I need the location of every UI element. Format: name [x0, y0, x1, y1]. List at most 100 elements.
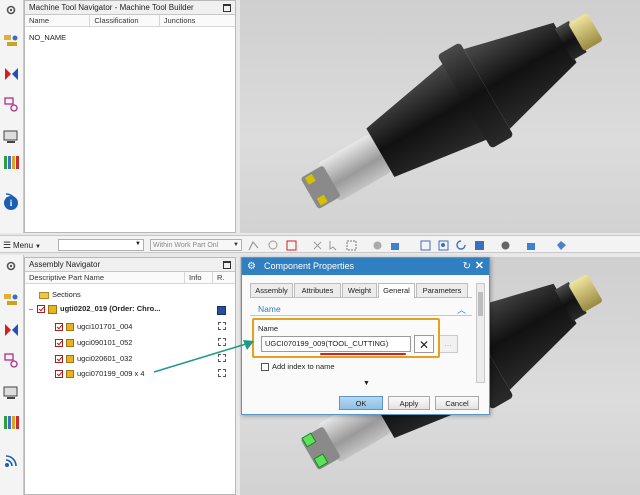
machine-tool-navigator: Machine Tool Navigator - Machine Tool Bu… [24, 0, 236, 233]
column-classification[interactable]: Classification [90, 15, 160, 26]
part-navigator-icon[interactable] [3, 352, 20, 369]
assembly-navigator-icon[interactable] [3, 293, 20, 310]
kinematics-icon[interactable] [3, 66, 20, 83]
assembly-icon [48, 304, 57, 314]
maximize-icon[interactable] [223, 4, 231, 12]
tree-node-component[interactable]: ugci020601_032 [55, 352, 132, 365]
dialog-title: Component Properties [264, 261, 355, 271]
component-icon [66, 339, 74, 348]
type-filter-select[interactable]: ▼ [58, 239, 144, 251]
apply-button[interactable]: Apply [388, 396, 430, 410]
orient-view-icon[interactable] [474, 240, 485, 251]
component-icon [66, 323, 74, 332]
zoom-icon[interactable] [438, 240, 449, 251]
add-index-label: Add index to name [272, 362, 335, 371]
tool-holder-model [301, 13, 602, 209]
expand-icon[interactable]: – [29, 302, 37, 315]
main-toolbar: ☰ Menu ▼ ▼ Within Work Part Onl ▼ [0, 235, 640, 253]
navigator-title: Machine Tool Navigator - Machine Tool Bu… [25, 1, 235, 15]
graphics-window-top[interactable] [240, 0, 640, 233]
show-hide-icon[interactable] [556, 240, 567, 251]
component-icon [66, 355, 74, 364]
column-descriptive-part-name[interactable]: Descriptive Part Name [25, 272, 185, 283]
tree-node-component[interactable]: ugci101701_004 [55, 320, 132, 333]
tab-attributes[interactable]: Attributes [294, 283, 341, 297]
chevron-down-icon: ▼ [135, 241, 141, 247]
library-icon[interactable] [3, 154, 20, 171]
monitor-icon[interactable] [3, 128, 20, 145]
rotate-icon[interactable] [456, 240, 467, 251]
menu-icon: ☰ [3, 240, 12, 250]
select-icon[interactable] [268, 240, 279, 251]
checkbox-checked[interactable] [55, 323, 63, 332]
list-item[interactable]: NO_NAME [29, 33, 66, 42]
edit-section-icon[interactable] [526, 240, 537, 251]
info-icon[interactable]: i [4, 196, 18, 210]
chevron-down-icon: ▼ [35, 244, 41, 250]
filter-icon[interactable] [286, 240, 297, 251]
cube-icon[interactable] [390, 240, 401, 251]
navigator-header: Name Classification Junctions [25, 15, 235, 27]
monitor-icon[interactable] [3, 384, 20, 401]
ok-button[interactable]: OK [339, 396, 383, 410]
fit-view-icon[interactable] [420, 240, 431, 251]
cancel-button[interactable]: Cancel [435, 396, 479, 410]
wifi-icon[interactable] [3, 452, 20, 469]
tab-strip: Assembly Attributes Weight General Param… [250, 283, 472, 298]
menu-label: Menu [13, 241, 34, 250]
gear-icon[interactable] [5, 260, 17, 272]
assembly-header: Descriptive Part Name Info R. [25, 272, 235, 284]
component-properties-dialog: ⚙ Component Properties ↻ ✕ Assembly Attr… [241, 257, 490, 415]
snap-icon[interactable] [248, 240, 259, 251]
folder-icon [39, 291, 49, 299]
group-label: Name [258, 304, 281, 314]
checkbox-checked[interactable] [55, 339, 63, 348]
menu-button[interactable]: ☰ Menu ▼ [3, 239, 41, 251]
column-name[interactable]: Name [25, 15, 91, 26]
scope-select[interactable]: Within Work Part Onl ▼ [150, 239, 242, 251]
close-icon[interactable]: ✕ [475, 258, 484, 275]
reset-icon[interactable]: ↻ [463, 258, 471, 275]
gear-icon[interactable] [5, 4, 17, 16]
save-icon [217, 306, 226, 315]
component-icon [66, 370, 74, 379]
circle-icon[interactable] [372, 240, 383, 251]
box-select-icon[interactable] [346, 240, 357, 251]
read-only-checkbox[interactable] [218, 322, 226, 330]
tab-general[interactable]: General [378, 283, 415, 298]
expand-more-icon[interactable]: ▼ [363, 380, 370, 387]
cursor-icon[interactable] [328, 240, 339, 251]
tree-node-sections[interactable]: Sections [39, 288, 81, 301]
library-icon[interactable] [3, 414, 20, 431]
gear-icon: ⚙ [247, 261, 256, 272]
name-group-header[interactable]: Name ︿ [250, 302, 472, 316]
add-index-option[interactable]: Add index to name [261, 362, 335, 372]
dialog-scrollbar[interactable] [476, 283, 485, 383]
dialog-title-bar: ⚙ Component Properties ↻ ✕ [242, 258, 489, 275]
tree-node-component-selected[interactable]: ugci070199_009 x 4 [55, 367, 145, 380]
scrollbar-thumb[interactable] [478, 292, 483, 316]
render-style-icon[interactable] [500, 240, 511, 251]
chevron-down-icon: ▼ [233, 242, 239, 248]
checkbox-checked[interactable] [55, 355, 63, 364]
point-icon[interactable] [312, 240, 323, 251]
checkbox-checked[interactable] [55, 370, 63, 379]
chevron-up-icon[interactable]: ︿ [457, 303, 466, 316]
maximize-icon[interactable] [223, 261, 231, 269]
tree-node-root-assembly[interactable]: – ugti0202_019 (Order: Chro... [29, 302, 160, 315]
callout-arrow [153, 340, 254, 373]
add-index-checkbox[interactable] [261, 363, 269, 372]
tab-weight[interactable]: Weight [342, 283, 377, 297]
tree-node-component[interactable]: ugci090101_052 [55, 336, 132, 349]
column-r[interactable]: R. [213, 272, 235, 283]
junction-icon[interactable] [3, 96, 20, 113]
checkbox-checked[interactable] [37, 305, 45, 314]
tab-assembly[interactable]: Assembly [250, 283, 293, 297]
column-junctions[interactable]: Junctions [160, 15, 235, 26]
more-options-button[interactable]: … [438, 335, 458, 353]
tab-parameters[interactable]: Parameters [416, 283, 468, 297]
highlight-box [252, 318, 440, 358]
column-info[interactable]: Info [185, 272, 213, 283]
constraint-navigator-icon[interactable] [3, 322, 20, 339]
machine-tool-navigator-icon[interactable] [3, 34, 20, 51]
